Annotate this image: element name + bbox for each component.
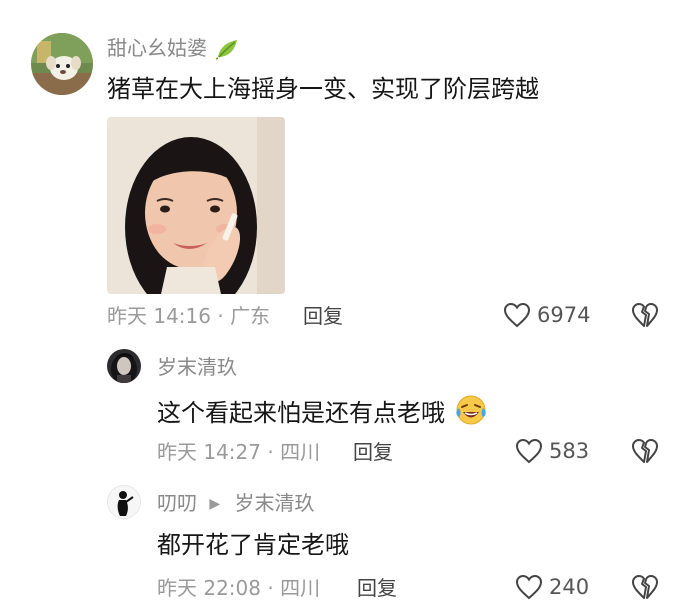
username-text[interactable]: 叨叨 bbox=[157, 491, 197, 515]
avatar[interactable] bbox=[107, 485, 141, 519]
reply-to-username[interactable]: 岁末清玖 bbox=[235, 491, 315, 515]
heart-icon bbox=[503, 302, 531, 328]
avatar[interactable] bbox=[107, 349, 141, 383]
dislike-button[interactable] bbox=[631, 302, 659, 332]
like-count: 240 bbox=[549, 575, 590, 599]
reply-button[interactable]: 回复 bbox=[303, 304, 343, 328]
username[interactable]: 甜心幺姑婆 bbox=[107, 36, 239, 65]
leaf-icon bbox=[215, 38, 239, 65]
comment-text: 猪草在大上海摇身一变、实现了阶层跨越 bbox=[107, 75, 539, 103]
username-text: 甜心幺姑婆 bbox=[107, 36, 207, 60]
comment-text: 都开花了肯定老哦 bbox=[157, 531, 349, 559]
comment-meta: 昨天 14:27 · 四川 bbox=[157, 440, 321, 464]
reply-button[interactable]: 回复 bbox=[357, 576, 397, 600]
like-button[interactable]: 6974 bbox=[503, 302, 590, 328]
dislike-button[interactable] bbox=[631, 438, 659, 468]
like-button[interactable]: 240 bbox=[515, 574, 589, 600]
like-count: 6974 bbox=[537, 303, 591, 327]
comment-text: 这个看起来怕是还有点老哦 bbox=[157, 394, 487, 433]
reply-arrow-icon: ▶ bbox=[209, 496, 221, 512]
comment-thread: 甜心幺姑婆 猪草在大上海摇身一变、实现了阶层跨越 昨天 14:16 · 广东 回… bbox=[0, 0, 690, 604]
comment-image[interactable] bbox=[107, 117, 285, 294]
username: 叨叨 ▶ 岁末清玖 bbox=[157, 491, 315, 516]
broken-heart-icon bbox=[632, 303, 658, 327]
like-button[interactable]: 583 bbox=[515, 438, 589, 464]
dislike-button[interactable] bbox=[631, 574, 659, 604]
comment-meta: 昨天 14:16 · 广东 bbox=[107, 304, 271, 328]
like-count: 583 bbox=[549, 439, 590, 463]
broken-heart-icon bbox=[632, 575, 658, 599]
comment-text-body: 这个看起来怕是还有点老哦 bbox=[157, 399, 445, 427]
broken-heart-icon bbox=[632, 439, 658, 463]
heart-icon bbox=[515, 574, 543, 600]
crying-laughing-emoji bbox=[455, 394, 487, 433]
comment-meta: 昨天 22:08 · 四川 bbox=[157, 576, 321, 600]
heart-icon bbox=[515, 438, 543, 464]
username[interactable]: 岁末清玖 bbox=[157, 355, 237, 379]
avatar[interactable] bbox=[31, 33, 93, 95]
reply-button[interactable]: 回复 bbox=[353, 440, 393, 464]
